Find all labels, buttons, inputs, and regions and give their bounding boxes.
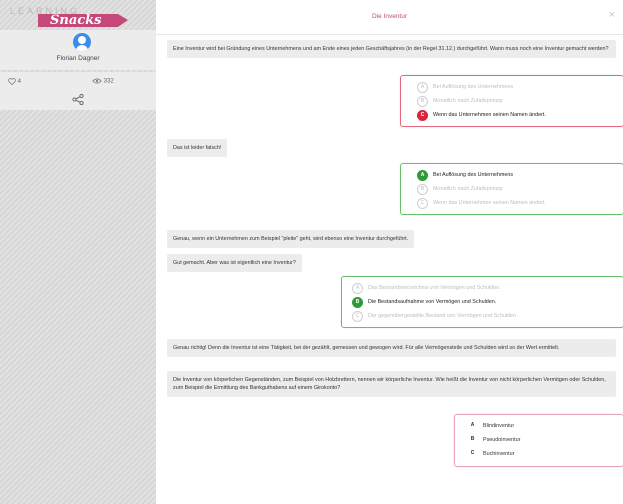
option-text: Bei Auflösung des Unternehmens <box>433 172 514 178</box>
author-profile[interactable]: Florian Dagner <box>0 30 156 70</box>
heart-icon <box>8 78 16 86</box>
app-logo[interactable]: LEARNING Snacks <box>10 6 140 28</box>
option-letter-badge: C <box>352 311 363 322</box>
option-text: Pseudoinventur <box>483 437 521 443</box>
option-letter-badge: A <box>470 422 475 428</box>
option-text: Die Bestandsaufnahme von Vermögen und Sc… <box>368 299 497 305</box>
option-text: Bei Auflösung des Unternehmens <box>433 84 514 90</box>
eye-icon <box>92 78 102 84</box>
share-icon <box>72 93 84 106</box>
option-text: Blindinventur <box>483 423 515 429</box>
like-counter[interactable]: 4 <box>8 78 22 86</box>
like-count: 4 <box>17 79 22 86</box>
view-counter: 332 <box>92 78 114 85</box>
option-letter-badge: C <box>470 450 475 456</box>
option-text: Wenn das Unternehmen seinen Namen ändert… <box>433 112 546 118</box>
option-letter-badge: C <box>417 110 428 121</box>
option-text: Das Bestandsverzeichnis von Vermögen und… <box>368 285 501 291</box>
chat-header: Die Inventur × <box>156 0 623 35</box>
option-letter-badge: A <box>352 283 363 294</box>
sidebar: LEARNING Snacks Florian Dagner 4 332 <box>0 0 156 504</box>
option-text: Der gegenübergestellte Bestand von Vermö… <box>368 313 518 319</box>
answer-panel: A Bei Auflösung des Unternehmens B Monat… <box>400 163 623 215</box>
option-letter-badge: C <box>417 198 428 209</box>
snack-stats: 4 332 <box>0 72 156 110</box>
option-text: Monatlich nach Zufallsprinzip <box>433 98 503 104</box>
author-name: Florian Dagner <box>56 55 100 62</box>
answer-panel: A Blindinventur B Pseudoinventur C Buchi… <box>454 414 623 467</box>
option-letter-badge: B <box>417 96 428 107</box>
answer-panel: A Bei Auflösung des Unternehmens B Monat… <box>400 75 623 127</box>
option-text: Wenn das Unternehmen seinen Namen ändert… <box>433 200 546 206</box>
question-bubble: Gut gemacht. Aber was ist eigentlich ein… <box>167 254 302 272</box>
question-bubble: Eine Inventur wird bei Gründung eines Un… <box>167 40 616 58</box>
option-text: Buchinventur <box>483 451 515 457</box>
snack-title: Die Inventur <box>371 13 408 20</box>
option-letter-badge: A <box>417 82 428 93</box>
view-count: 332 <box>103 78 114 85</box>
option-letter-badge: A <box>417 170 428 181</box>
option-text: Monatlich nach Zufallsprinzip <box>433 186 503 192</box>
answer-panel: A Das Bestandsverzeichnis von Vermögen u… <box>341 276 623 328</box>
logo-snacks-text: Snacks <box>50 13 102 28</box>
feedback-bubble: Genau, wenn ein Unternehmen zum Beispiel… <box>167 230 415 248</box>
question-bubble: Die Inventur von körperlichen Gegenständ… <box>167 371 616 397</box>
close-icon[interactable]: × <box>609 9 615 21</box>
option-letter-badge: B <box>352 297 363 308</box>
feedback-bubble: Das ist leider falsch! <box>167 139 228 157</box>
user-avatar-icon <box>73 33 91 51</box>
option-letter-badge: B <box>417 184 428 195</box>
option-letter-badge: B <box>470 436 475 442</box>
feedback-bubble: Genau richtig! Denn die Inventur ist ein… <box>167 339 616 357</box>
share-button[interactable] <box>72 93 84 107</box>
